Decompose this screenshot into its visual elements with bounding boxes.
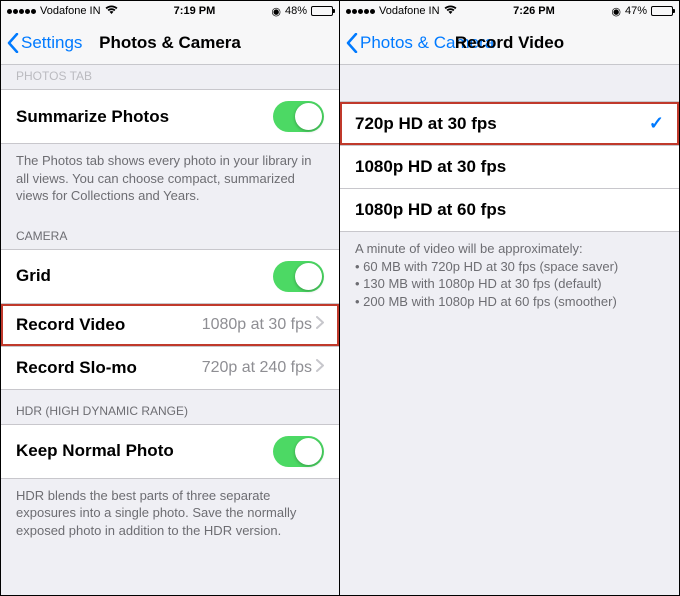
wifi-icon <box>105 5 118 18</box>
video-size-footer: A minute of video will be approximately:… <box>340 232 679 320</box>
chevron-left-icon <box>7 33 19 53</box>
keep-normal-toggle[interactable] <box>273 436 324 467</box>
summarize-photos-row[interactable]: Summarize Photos <box>1 89 339 144</box>
footer-line: • 130 MB with 1080p HD at 30 fps (defaul… <box>355 275 664 293</box>
status-bar: Vodafone IN 7:19 PM ◉ 48% <box>1 1 339 21</box>
summarize-footer: The Photos tab shows every photo in your… <box>1 144 339 215</box>
option-label: 1080p HD at 60 fps <box>355 200 506 220</box>
back-label: Settings <box>21 33 82 53</box>
status-time: 7:26 PM <box>513 5 555 17</box>
footer-line: • 60 MB with 720p HD at 30 fps (space sa… <box>355 258 664 276</box>
grid-row[interactable]: Grid <box>1 249 339 304</box>
hdr-footer: HDR blends the best parts of three separ… <box>1 479 339 550</box>
nav-bar: Settings Photos & Camera <box>1 21 339 65</box>
checkmark-icon: ✓ <box>649 113 664 134</box>
wifi-icon <box>444 5 457 18</box>
summarize-toggle[interactable] <box>273 101 324 132</box>
section-header-photos-tab: PHOTOS TAB <box>1 65 339 89</box>
option-720p-30[interactable]: 720p HD at 30 fps ✓ <box>340 101 679 146</box>
alarm-icon: ◉ <box>611 5 621 18</box>
phone-left: Vodafone IN 7:19 PM ◉ 48% Settings Photo… <box>1 1 340 595</box>
chevron-right-icon <box>316 316 324 334</box>
record-video-label: Record Video <box>16 315 125 335</box>
record-slomo-label: Record Slo-mo <box>16 358 137 378</box>
option-1080p-30[interactable]: 1080p HD at 30 fps <box>340 146 679 189</box>
chevron-left-icon <box>346 33 358 53</box>
battery-icon <box>311 6 333 16</box>
chevron-right-icon <box>316 359 324 377</box>
status-bar: Vodafone IN 7:26 PM ◉ 47% <box>340 1 679 21</box>
record-slomo-value: 720p at 240 fps <box>202 359 312 377</box>
record-video-value: 1080p at 30 fps <box>202 316 312 334</box>
grid-label: Grid <box>16 266 51 286</box>
carrier-label: Vodafone IN <box>379 5 440 17</box>
page-title: Photos & Camera <box>99 33 241 53</box>
record-slomo-row[interactable]: Record Slo-mo 720p at 240 fps <box>1 347 339 390</box>
keep-normal-label: Keep Normal Photo <box>16 441 174 461</box>
option-label: 720p HD at 30 fps <box>355 114 497 134</box>
signal-icon <box>346 9 375 14</box>
battery-pct: 47% <box>625 5 647 17</box>
signal-icon <box>7 9 36 14</box>
keep-normal-photo-row[interactable]: Keep Normal Photo <box>1 424 339 479</box>
option-1080p-60[interactable]: 1080p HD at 60 fps <box>340 189 679 232</box>
page-title: Record Video <box>455 33 564 53</box>
phone-right: Vodafone IN 7:26 PM ◉ 47% Photos & Camer… <box>340 1 679 595</box>
section-header-hdr: HDR (HIGH DYNAMIC RANGE) <box>1 390 339 424</box>
battery-icon <box>651 6 673 16</box>
nav-bar: Photos & Camera Record Video <box>340 21 679 65</box>
alarm-icon: ◉ <box>271 5 281 18</box>
back-button[interactable]: Settings <box>7 33 82 53</box>
carrier-label: Vodafone IN <box>40 5 101 17</box>
grid-toggle[interactable] <box>273 261 324 292</box>
option-label: 1080p HD at 30 fps <box>355 157 506 177</box>
battery-pct: 48% <box>285 5 307 17</box>
footer-line: • 200 MB with 1080p HD at 60 fps (smooth… <box>355 293 664 311</box>
status-time: 7:19 PM <box>174 5 216 17</box>
record-video-row[interactable]: Record Video 1080p at 30 fps <box>1 304 339 347</box>
summarize-label: Summarize Photos <box>16 107 169 127</box>
footer-intro: A minute of video will be approximately: <box>355 240 664 258</box>
section-header-camera: CAMERA <box>1 215 339 249</box>
